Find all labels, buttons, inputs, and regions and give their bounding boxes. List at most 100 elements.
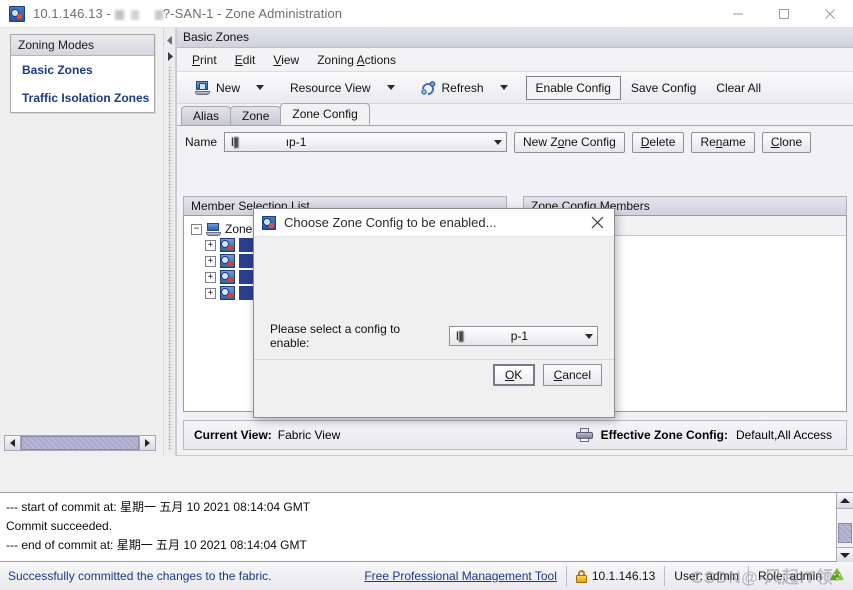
collapse-icon[interactable]: −	[191, 223, 202, 235]
console-line: --- start of commit at: 星期一 五月 10 2021 0…	[6, 500, 311, 514]
dialog-title: Choose Zone Config to be enabled...	[284, 215, 497, 230]
chevron-down-icon	[256, 85, 265, 90]
menu-edit[interactable]: Edit	[226, 51, 265, 69]
sidebar-item-basic-zones[interactable]: Basic Zones	[11, 56, 154, 84]
scroll-right-arrow[interactable]	[139, 436, 155, 450]
status-bar: Successfully committed the changes to th…	[0, 562, 853, 590]
effective-zone-config-value: Default,All Access	[735, 428, 832, 442]
scrollbar-thumb[interactable]	[21, 436, 139, 450]
scrollbar-track[interactable]	[837, 509, 853, 547]
maximize-icon[interactable]	[761, 0, 807, 28]
window-title-redacted	[115, 6, 163, 21]
splitter-collapse-right-icon[interactable]	[167, 50, 173, 64]
free-management-tool-link[interactable]: Free Professional Management Tool	[364, 569, 557, 583]
toolbar-new-button[interactable]: New	[187, 78, 248, 98]
choose-zone-config-dialog: Choose Zone Config to be enabled... Plea…	[253, 208, 615, 418]
clone-button[interactable]: Clone	[761, 131, 812, 153]
minimize-icon[interactable]	[715, 0, 761, 28]
enable-config-button[interactable]: Enable Config	[525, 75, 621, 100]
tab-alias[interactable]: Alias	[181, 106, 232, 125]
dialog-prompt-label: Please select a config to enable:	[270, 322, 401, 350]
dialog-body: Please select a config to enable: l p-1 …	[254, 237, 614, 389]
zone-icon	[220, 270, 235, 284]
zone-icon	[220, 238, 235, 252]
zone-icon	[220, 286, 235, 300]
config-select-value: l p-1	[456, 329, 529, 343]
dialog-close-icon[interactable]	[580, 209, 614, 237]
console-vertical-scrollbar[interactable]	[836, 493, 853, 563]
app-icon	[9, 5, 25, 22]
toolbar-resource-view-label: Resource View	[290, 80, 371, 95]
console-log[interactable]: --- start of commit at: 星期一 五月 10 2021 0…	[0, 492, 853, 563]
tab-bar: Alias Zone Zone Config	[177, 103, 853, 126]
refresh-icon	[420, 80, 436, 95]
config-select-combo[interactable]: l p-1	[449, 326, 598, 346]
save-config-button[interactable]: Save Config	[621, 76, 706, 100]
window-title: 10.1.146.13 - ?-SAN-1 - Zone Administrat…	[33, 6, 342, 21]
sidebar-item-traffic-isolation-zones[interactable]: Traffic Isolation Zones	[11, 84, 154, 112]
panel-splitter[interactable]	[164, 28, 176, 456]
window-titlebar: 10.1.146.13 - ?-SAN-1 - Zone Administrat…	[0, 0, 853, 28]
scroll-up-arrow[interactable]	[837, 493, 853, 509]
zoning-modes-header: Zoning Modes	[11, 35, 154, 56]
rename-button[interactable]: Re n ame	[691, 131, 755, 153]
printer-icon	[575, 428, 593, 442]
window-title-prefix: 10.1.146.13 -	[33, 6, 115, 21]
toolbar-new-label: New	[216, 80, 241, 95]
toolbar-resource-view-button[interactable]: Resource View	[282, 78, 378, 98]
current-view-value: Fabric View	[277, 428, 341, 442]
combo-chevron-down-icon[interactable]	[486, 139, 503, 145]
name-row: Name l ıp-1 New Zo ne Config Delete Re n am…	[177, 126, 853, 158]
effective-zone-config-label: Effective Zone Config:	[600, 428, 728, 442]
sidebar: Zoning Modes Basic Zones Traffic Isolati…	[0, 28, 164, 456]
toolbar-refresh-dropdown[interactable]	[492, 82, 516, 93]
status-message: Successfully committed the changes to th…	[8, 569, 272, 583]
close-icon[interactable]	[807, 0, 853, 28]
toolbar-refresh-label: Refresh	[441, 80, 484, 95]
new-zone-config-button[interactable]: New Zo ne Config	[514, 131, 625, 153]
console-line: --- end of commit at: 星期一 五月 10 2021 08:…	[6, 538, 307, 552]
menu-print[interactable]: Print	[183, 51, 226, 69]
toolbar-refresh-button[interactable]: Refresh	[413, 78, 492, 98]
menu-zoning-actions[interactable]: Zoning Actions	[308, 51, 405, 69]
status-bar-right: Free Professional Management Tool 10.1.1…	[364, 562, 853, 590]
scroll-left-arrow[interactable]	[5, 436, 21, 450]
app-icon	[262, 215, 276, 230]
chevron-down-icon	[386, 85, 395, 90]
zones-folder-icon	[206, 222, 221, 236]
expand-icon[interactable]: +	[205, 287, 216, 299]
menubar: Print Edit View Zoning Actions	[177, 48, 853, 72]
expand-icon[interactable]: +	[205, 255, 216, 267]
main-panel-title: Basic Zones	[177, 28, 853, 48]
application-window: 10.1.146.13 - ?-SAN-1 - Zone Administrat…	[0, 0, 853, 590]
console-line: Commit succeeded.	[6, 519, 113, 533]
dialog-footer: OK Cancel	[254, 359, 614, 389]
current-user: User: admin	[674, 569, 739, 583]
sidebar-horizontal-scrollbar[interactable]	[4, 435, 156, 451]
menu-view[interactable]: View	[264, 51, 308, 69]
combo-chevron-down-icon[interactable]	[577, 333, 593, 339]
cancel-button[interactable]: Cancel	[542, 363, 602, 386]
chevron-down-icon	[499, 85, 508, 90]
expand-icon[interactable]: +	[205, 239, 216, 251]
new-icon	[195, 80, 210, 95]
zone-config-name-combo[interactable]: l ıp-1	[224, 132, 508, 152]
splitter-collapse-left-icon[interactable]	[167, 34, 173, 48]
window-title-suffix: ?-SAN-1 - Zone Administration	[162, 6, 343, 21]
recycle-refresh-icon[interactable]	[826, 565, 848, 587]
toolbar-resource-view-dropdown[interactable]	[379, 82, 403, 93]
main-status-bar: Current View: Fabric View Effective Zone…	[183, 420, 847, 450]
delete-button[interactable]: Delete	[631, 131, 685, 153]
zone-config-name-value: l ıp-1	[231, 135, 307, 149]
ok-button[interactable]: OK	[492, 363, 535, 386]
expand-icon[interactable]: +	[205, 271, 216, 283]
tab-zone[interactable]: Zone	[230, 106, 282, 125]
clear-all-button[interactable]: Clear All	[706, 76, 771, 100]
toolbar: New Resource View Refresh Enable Config …	[177, 72, 853, 104]
tab-zone-config[interactable]: Zone Config	[280, 103, 370, 125]
console-lines: --- start of commit at: 星期一 五月 10 2021 0…	[0, 493, 853, 560]
toolbar-new-dropdown[interactable]	[248, 82, 272, 93]
scroll-down-arrow[interactable]	[837, 547, 853, 563]
zoning-modes-panel: Zoning Modes Basic Zones Traffic Isolati…	[10, 34, 155, 113]
scrollbar-thumb[interactable]	[838, 523, 852, 543]
